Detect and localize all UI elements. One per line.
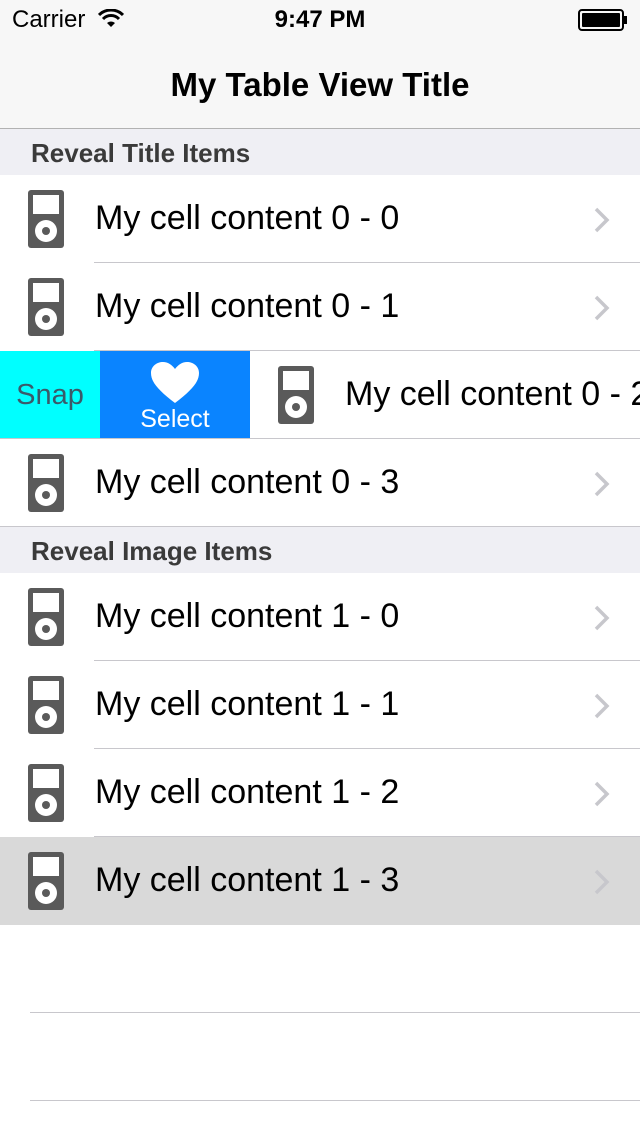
- ipod-icon: [28, 278, 64, 336]
- table-row[interactable]: My cell content 1 - 1: [0, 661, 640, 749]
- select-action-label: Select: [140, 405, 210, 433]
- battery-icon: [578, 9, 627, 31]
- table-row-selected[interactable]: My cell content 1 - 3: [0, 837, 640, 925]
- cell-label: My cell content 0 - 1: [95, 287, 400, 325]
- chevron-right-icon: [594, 471, 610, 497]
- empty-row-separator: [30, 1012, 640, 1013]
- chevron-right-icon: [594, 207, 610, 233]
- cell-label: My cell content 0 - 0: [95, 199, 400, 237]
- table-row[interactable]: My cell content 0 - 3: [0, 439, 640, 527]
- page-title: My Table View Title: [170, 66, 470, 103]
- ipod-icon: [278, 366, 314, 424]
- ipod-icon: [28, 764, 64, 822]
- ipod-icon: [28, 454, 64, 512]
- section-header-reveal-title: Reveal Title Items: [0, 129, 640, 175]
- table-row[interactable]: My cell content 0 - 0: [0, 175, 640, 263]
- chevron-right-icon: [594, 693, 610, 719]
- snap-action-button[interactable]: Snap: [0, 351, 100, 439]
- chevron-right-icon: [594, 869, 610, 895]
- table-row[interactable]: My cell content 1 - 0: [0, 573, 640, 661]
- cell-label: My cell content 1 - 0: [95, 597, 400, 635]
- ipod-icon: [28, 588, 64, 646]
- chevron-right-icon: [594, 605, 610, 631]
- section-header-reveal-image: Reveal Image Items: [0, 527, 640, 573]
- table-row[interactable]: My cell content 0 - 1: [0, 263, 640, 351]
- select-action-button[interactable]: Select: [100, 351, 250, 439]
- status-time: 9:47 PM: [274, 6, 366, 33]
- cell-label: My cell content 1 - 1: [95, 685, 400, 723]
- chevron-right-icon: [594, 781, 610, 807]
- heart-icon: [151, 362, 199, 403]
- snap-action-label: Snap: [16, 378, 84, 411]
- ipod-icon: [28, 190, 64, 248]
- cell-label: My cell content 0 - 2: [345, 375, 640, 413]
- ipod-icon: [28, 676, 64, 734]
- empty-row-separator: [30, 1100, 640, 1101]
- cell-label: My cell content 0 - 3: [95, 463, 400, 501]
- table-row[interactable]: My cell content 1 - 2: [0, 749, 640, 837]
- ipod-icon: [28, 852, 64, 910]
- navigation-bar: My Table View Title: [0, 40, 640, 129]
- status-bar: Carrier 9:47 PM: [0, 0, 640, 40]
- section-header-label: Reveal Title Items: [31, 138, 251, 168]
- chevron-right-icon: [594, 295, 610, 321]
- cell-label: My cell content 1 - 2: [95, 773, 400, 811]
- table-row-revealed[interactable]: Snap Select My cell content 0 - 2: [0, 351, 640, 439]
- section-header-label: Reveal Image Items: [31, 536, 273, 566]
- cell-label: My cell content 1 - 3: [95, 861, 400, 899]
- cell-content-shifted: My cell content 0 - 2: [250, 351, 640, 439]
